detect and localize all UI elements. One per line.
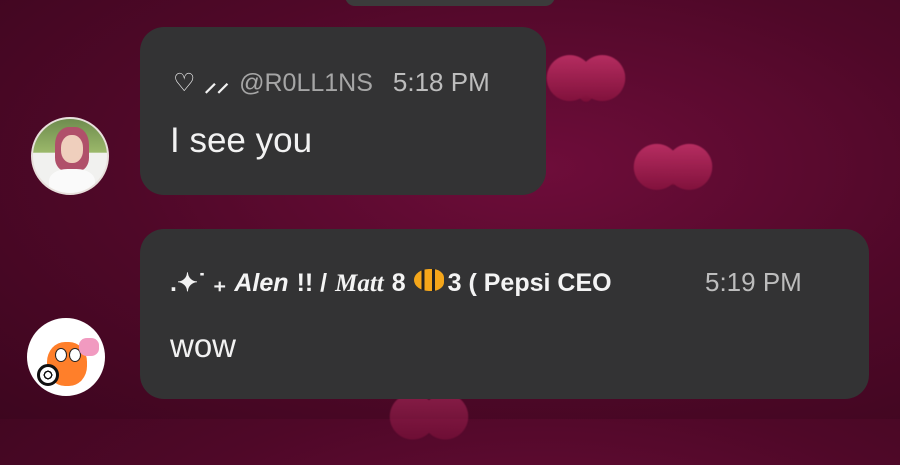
avatar[interactable] <box>31 117 109 195</box>
name-part: Matt <box>335 270 384 297</box>
avatar-shirt <box>49 169 95 193</box>
message-header: ♡ ⸝⸝ @R0LL1NS 5:18 PM <box>173 65 490 99</box>
heart-decoration <box>564 61 608 105</box>
timestamp: 5:19 PM <box>705 267 802 297</box>
name-sparkle: .✦˙ ₊ <box>170 269 227 297</box>
display-name[interactable]: ♡ ⸝⸝ <box>173 65 229 99</box>
message-text: I see you <box>170 121 313 160</box>
message-text: wow <box>170 327 237 364</box>
display-name[interactable]: .✦˙ ₊ Alen !! / Matt 8 3 ( Pepsi CEO <box>170 268 685 298</box>
avatar-eye <box>55 348 67 362</box>
avatar-face <box>61 135 83 163</box>
heart-decoration <box>654 150 692 188</box>
name-part: 3 ( Pepsi CEO <box>447 269 612 297</box>
message-header: .✦˙ ₊ Alen !! / Matt 8 3 ( Pepsi CEO 5:1… <box>170 267 840 298</box>
name-part: Alen <box>234 269 289 297</box>
name-part: !! / <box>296 269 328 297</box>
heart-decoration <box>416 400 442 426</box>
name-part: 8 <box>391 269 406 297</box>
avatar[interactable] <box>27 318 105 396</box>
message-bubble[interactable]: ♡ ⸝⸝ @R0LL1NS 5:18 PM I see you <box>140 27 546 195</box>
avatar-accent <box>79 338 99 356</box>
tropical-fish-icon <box>413 269 444 291</box>
message-bubble[interactable]: .✦˙ ₊ Alen !! / Matt 8 3 ( Pepsi CEO 5:1… <box>140 229 869 399</box>
swirl-icon <box>37 364 59 386</box>
username[interactable]: @R0LL1NS <box>239 69 373 98</box>
timestamp: 5:18 PM <box>392 67 490 97</box>
previous-message-bubble <box>345 0 555 6</box>
